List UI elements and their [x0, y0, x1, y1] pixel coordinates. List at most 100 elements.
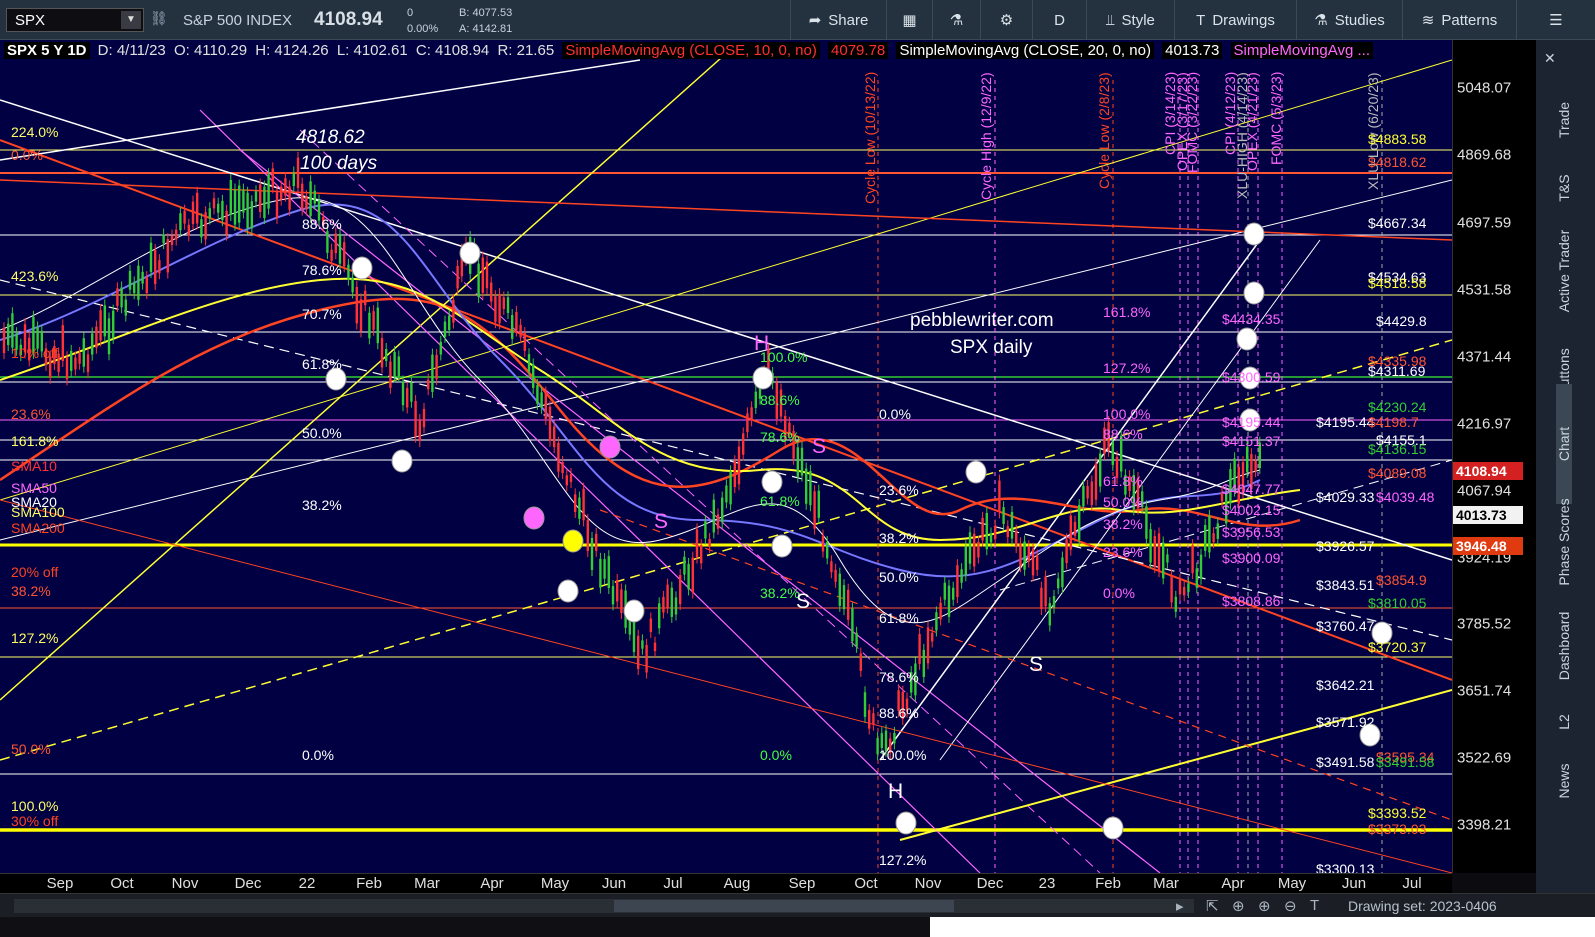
price-tick-label: 3398.21	[1457, 816, 1512, 834]
price-candle	[1157, 533, 1161, 572]
price-candle	[284, 178, 287, 196]
patterns-icon: ≋	[1421, 12, 1435, 29]
footer-strip	[0, 917, 1595, 937]
bar-open: O: 4110.29	[173, 42, 248, 59]
event-line-label: FOMC (5/3/23)	[1268, 72, 1284, 166]
price-candle	[729, 471, 732, 505]
chart-symbol-info[interactable]: SPX 5 Y 1D	[4, 42, 90, 59]
fib-retracement-label: 161.8%	[1103, 304, 1151, 320]
fib-retracement-label: 61.8%	[879, 610, 919, 626]
price-candle	[427, 379, 430, 390]
price-candle	[196, 192, 199, 224]
price-candle	[1246, 446, 1249, 473]
price-candle	[926, 627, 930, 664]
horizontal-scrollbar[interactable]	[14, 899, 1194, 913]
price-candle	[208, 208, 211, 219]
close-icon[interactable]: ✕	[1544, 50, 1556, 67]
bottom-bar: ▸ ⇱ ⊕ ⊕ ⊖ T Drawing set: 2023-0406	[0, 893, 1595, 917]
drawings-button[interactable]: T Drawings	[1174, 0, 1296, 40]
price-candle	[670, 587, 673, 617]
price-candle	[943, 582, 946, 600]
price-candle	[616, 580, 619, 602]
cycle-marker	[1102, 816, 1124, 840]
price-candle	[170, 235, 174, 246]
price-candle	[603, 559, 606, 579]
link-icon[interactable]: ⛓	[150, 10, 168, 27]
percent-change: 0.00%	[407, 23, 439, 35]
price-candle	[662, 596, 665, 613]
period-button[interactable]: D	[1032, 0, 1086, 40]
grid-icon: ▦	[902, 12, 917, 29]
flask-button[interactable]: ⚗	[932, 0, 980, 40]
tab-phase-scores[interactable]: Phase Scores	[1556, 482, 1572, 602]
time-tick-label: Feb	[1095, 875, 1121, 892]
price-candle	[452, 299, 455, 323]
share-label: Share	[828, 11, 869, 29]
bar-range: R: 21.65	[497, 42, 555, 59]
fib-retracement-label: 38.2%	[879, 530, 919, 546]
fib-retracement-label: 38.2%	[302, 497, 342, 513]
price-candle	[679, 575, 682, 605]
price-tick-label: 5048.07	[1457, 79, 1512, 97]
symbol-selector[interactable]: SPX ▼	[6, 8, 144, 32]
price-axis[interactable]: 5048.07 4869.68 4697.59 4531.58 4371.44 4216.…	[1452, 40, 1536, 873]
event-line-label: XLU-Low (6/20/23)	[1365, 72, 1381, 190]
chevron-down-icon[interactable]: ▼	[121, 11, 141, 29]
price-candle	[1086, 485, 1089, 499]
price-candle	[998, 480, 1001, 513]
time-tick-label: May	[540, 875, 570, 892]
fib-retracement-label: 78.6%	[302, 262, 342, 278]
price-candle	[305, 196, 308, 210]
zoom-in-icon[interactable]: ⊕	[1258, 897, 1271, 915]
grid-button[interactable]: ▦	[886, 0, 932, 40]
settings-button[interactable]: ⚙	[980, 0, 1032, 40]
price-candle	[78, 353, 81, 364]
bid-ask-block: B: 4077.53 A: 4142.81	[459, 5, 512, 37]
time-tick-label: Aug	[723, 875, 751, 892]
patterns-button[interactable]: ≋ Patterns	[1402, 0, 1516, 40]
studies-button[interactable]: ⚗ Studies	[1296, 0, 1402, 40]
sma-more-studies[interactable]: SimpleMovingAvg ...	[1230, 42, 1373, 59]
price-candle	[368, 312, 371, 339]
fib-level-label: 127.2%	[11, 630, 59, 646]
price-level-label: $4300.59	[1222, 369, 1281, 385]
fib-level-label: 161.8%	[11, 433, 59, 449]
menu-button[interactable]: ☰	[1516, 0, 1595, 40]
price-candle	[515, 311, 518, 331]
price-tick-label: 4216.97	[1457, 415, 1512, 433]
style-button[interactable]: ⫫ Style	[1086, 0, 1174, 40]
sma10-study-name[interactable]: SimpleMovingAvg (CLOSE, 10, 0, no)	[562, 42, 820, 59]
style-label: Style	[1121, 11, 1155, 29]
price-candle	[716, 514, 720, 529]
drawing-set-label[interactable]: Drawing set: 2023-0406	[1348, 898, 1497, 914]
scrollbar-thumb[interactable]	[614, 900, 954, 912]
scroll-right-icon[interactable]: ▸	[1176, 897, 1184, 915]
price-candle	[217, 203, 220, 213]
price-candle	[431, 354, 434, 392]
price-candle	[1069, 515, 1072, 550]
zoom-out-icon[interactable]: ⊖	[1284, 897, 1297, 915]
price-candle	[939, 602, 942, 620]
price-candle	[347, 264, 350, 280]
time-tick-label: Mar	[414, 875, 440, 892]
share-button[interactable]: ➦ Share	[790, 0, 886, 40]
price-level-label: $4029.33	[1316, 489, 1375, 505]
fib-level-label: 20% off	[11, 564, 59, 580]
fib-level-label: 23.6%	[11, 406, 51, 422]
cycle-marker	[623, 599, 645, 623]
price-chart[interactable]: pebblewriter.com SPX daily 4818.62 100 days…	[0, 40, 1452, 873]
crosshair-icon[interactable]: ⊕	[1232, 897, 1245, 915]
fib-retracement-label: 50.0%	[1103, 494, 1143, 510]
price-candle	[653, 642, 657, 652]
price-candle	[1031, 548, 1035, 576]
price-level-label: $4198.7	[1368, 414, 1419, 430]
peak-days-label: 100 days	[300, 153, 378, 174]
tab-news[interactable]: News	[1556, 721, 1572, 841]
time-axis[interactable]: Sep Oct Nov Dec 22 Feb Mar Apr May Jun Jul Aug Sep Oc…	[0, 873, 1452, 893]
price-level-label: $3642.21	[1316, 677, 1375, 693]
expand-icon[interactable]: ⇱	[1206, 897, 1219, 915]
sma20-study-name[interactable]: SimpleMovingAvg (CLOSE, 20, 0, no)	[896, 42, 1154, 59]
cursor-tool-icon[interactable]: T	[1310, 897, 1319, 914]
sma20-study-value: 4013.73	[1162, 42, 1223, 59]
price-candle	[947, 585, 951, 617]
